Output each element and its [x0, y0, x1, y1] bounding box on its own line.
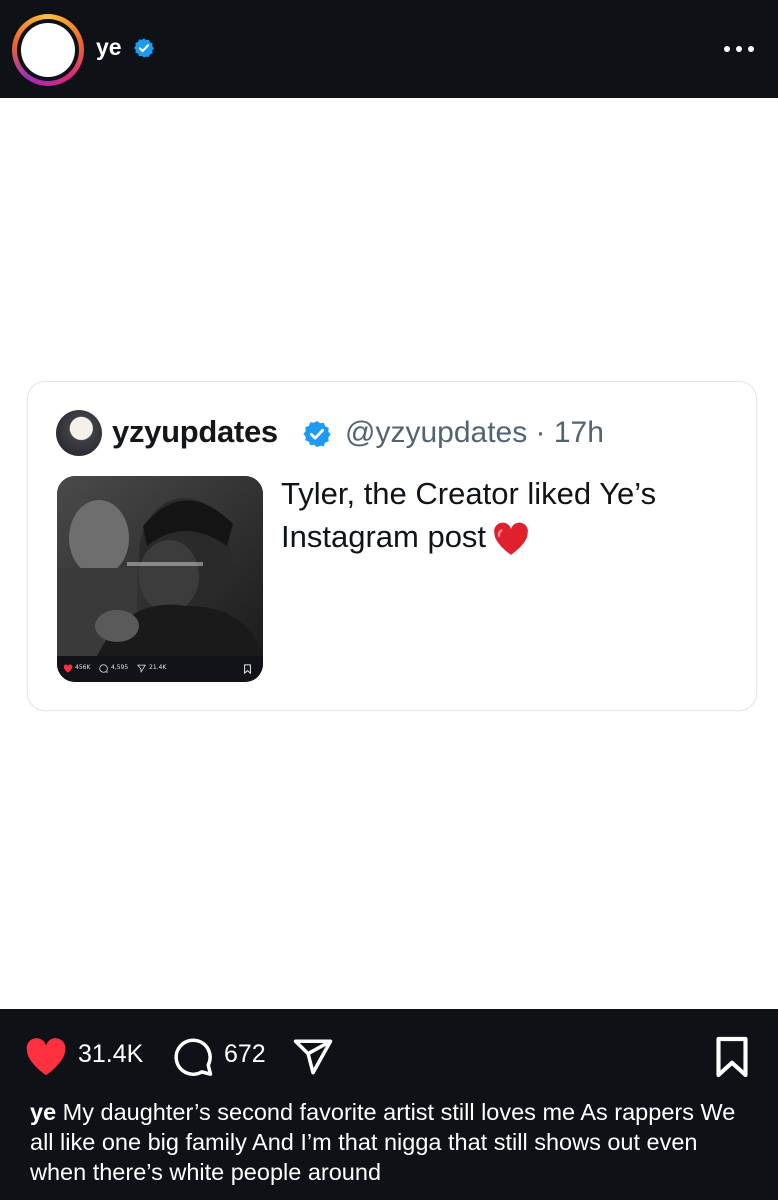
- quoted-avatar[interactable]: [56, 410, 102, 456]
- post-header: ye: [0, 0, 778, 98]
- post-caption: ye My daughter’s second favorite artist …: [30, 1097, 750, 1187]
- quoted-display-name[interactable]: yzyupdates: [112, 414, 278, 450]
- verified-badge-icon: [134, 38, 154, 58]
- quoted-post-text: Tyler, the Creator liked Ye’s Instagram …: [281, 472, 721, 558]
- like-count[interactable]: 31.4K: [78, 1040, 143, 1069]
- verified-badge-icon: [303, 420, 331, 448]
- red-heart-icon: [494, 522, 528, 555]
- more-horizontal-icon[interactable]: [722, 44, 756, 54]
- thumbnail-shares: 21.4K: [149, 664, 167, 671]
- thumbnail-metrics-bar: 456K 4,595 21.4K: [57, 656, 263, 682]
- heart-icon: [63, 664, 73, 673]
- caption-text: My daughter’s second favorite artist sti…: [30, 1099, 736, 1185]
- comment-icon: [99, 664, 108, 673]
- post-footer: 31.4K 672 ye My daughter’s second favori…: [0, 1009, 778, 1200]
- profile-avatar[interactable]: [12, 14, 84, 86]
- like-heart-icon[interactable]: [24, 1037, 68, 1077]
- post-username[interactable]: ye: [96, 34, 122, 61]
- quoted-post-body: Tyler, the Creator liked Ye’s Instagram …: [281, 476, 657, 554]
- share-icon[interactable]: [292, 1036, 334, 1078]
- thumbnail-photo: [57, 476, 263, 656]
- thumbnail-likes: 456K: [75, 664, 91, 671]
- thumbnail-comments: 4,595: [111, 664, 129, 671]
- caption-username[interactable]: ye: [30, 1099, 56, 1125]
- quoted-post-thumbnail[interactable]: 456K 4,595 21.4K: [57, 476, 263, 682]
- bookmark-icon[interactable]: [714, 1035, 750, 1079]
- avatar-ring-gap: [17, 19, 79, 81]
- comment-count[interactable]: 672: [224, 1040, 266, 1069]
- bookmark-icon: [244, 664, 251, 674]
- quoted-handle-time: @yzyupdates · 17h: [345, 416, 604, 449]
- share-icon: [137, 664, 146, 673]
- quoted-post-card[interactable]: yzyupdates @yzyupdates · 17h 456K 4,595 …: [27, 381, 757, 711]
- avatar-image: [21, 23, 75, 77]
- comment-icon[interactable]: [172, 1036, 214, 1078]
